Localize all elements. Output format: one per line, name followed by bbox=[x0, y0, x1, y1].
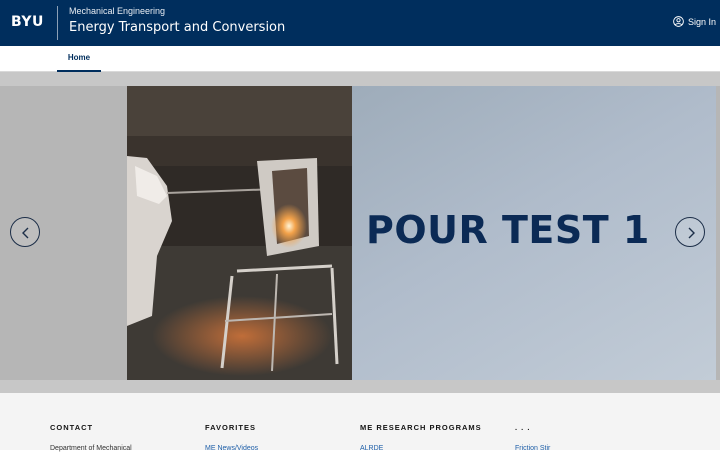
footer-heading: . . . bbox=[515, 423, 531, 432]
slide-caption-panel: POUR TEST 1 bbox=[352, 86, 716, 380]
footer-heading: CONTACT bbox=[50, 423, 94, 432]
footer-link[interactable]: ME News/Videos bbox=[205, 445, 355, 452]
department-name[interactable]: Mechanical Engineering bbox=[69, 6, 165, 16]
byu-logo[interactable]: BYU bbox=[11, 14, 44, 30]
footer-column-contact: CONTACT Department of Mechanical bbox=[50, 423, 200, 452]
sign-in-label: Sign In bbox=[687, 16, 716, 27]
next-slide-peek bbox=[716, 86, 720, 380]
footer-column-more: . . . Friction Stir bbox=[515, 423, 665, 452]
sign-in-button[interactable]: Sign In bbox=[673, 16, 716, 27]
contact-text: Department of Mechanical bbox=[50, 445, 132, 452]
carousel-prev-button[interactable] bbox=[10, 217, 40, 247]
site-title[interactable]: Energy Transport and Conversion bbox=[69, 20, 285, 35]
site-footer: CONTACT Department of Mechanical FAVORIT… bbox=[0, 393, 720, 452]
slide-photo bbox=[127, 86, 352, 380]
footer-link[interactable]: ALRDE bbox=[360, 445, 510, 452]
nav-item-home[interactable]: Home bbox=[57, 46, 101, 72]
main-nav: Home bbox=[0, 46, 720, 72]
footer-column-favorites: FAVORITES ME News/Videos bbox=[205, 423, 355, 452]
footer-link[interactable]: Friction Stir bbox=[515, 445, 665, 452]
hero-carousel: POUR TEST 1 bbox=[0, 72, 720, 393]
footer-heading: FAVORITES bbox=[205, 423, 256, 432]
user-circle-icon bbox=[673, 16, 684, 27]
carousel-next-button[interactable] bbox=[675, 217, 705, 247]
footer-column-research: ME RESEARCH PROGRAMS ALRDE bbox=[360, 423, 510, 452]
slide-caption: POUR TEST 1 bbox=[366, 208, 650, 252]
site-header: BYU Mechanical Engineering Energy Transp… bbox=[0, 0, 720, 46]
header-divider bbox=[57, 6, 58, 40]
footer-heading: ME RESEARCH PROGRAMS bbox=[360, 423, 482, 432]
